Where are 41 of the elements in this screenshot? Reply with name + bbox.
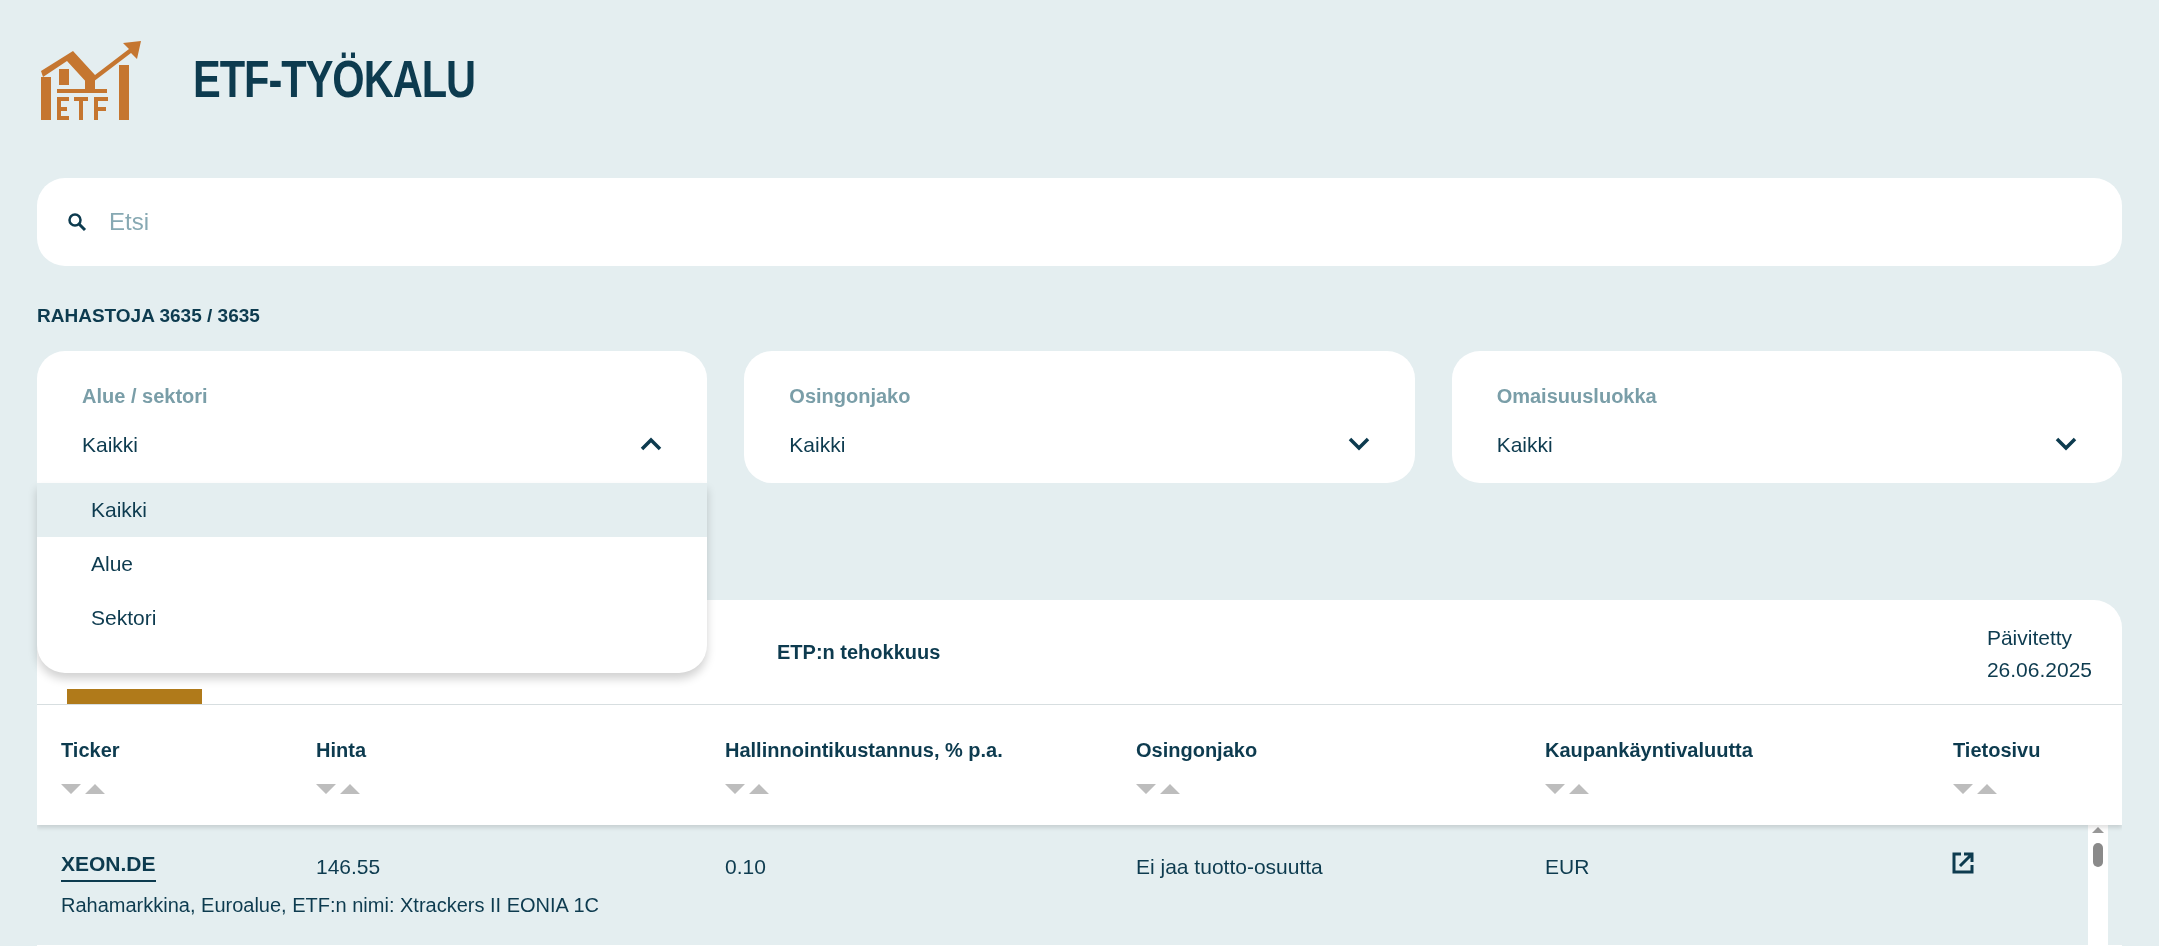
tab[interactable]: ETP:n tehokkuus <box>737 599 981 704</box>
filter-dropdown[interactable]: Alue / sektori Kaikki <box>37 350 708 483</box>
sort-icon[interactable] <box>725 782 769 795</box>
external-link-icon[interactable] <box>1951 850 1975 875</box>
search-field[interactable]: Etsi <box>37 178 2122 266</box>
sort-icon[interactable] <box>1953 782 1997 795</box>
filter-label: Osingonjako <box>789 383 912 409</box>
dropdown-option[interactable]: Kaikki <box>37 482 708 537</box>
filter-value: Kaikki <box>82 431 139 458</box>
dropdown-option[interactable]: Alue <box>37 536 708 591</box>
filter-label: Alue / sektori <box>82 383 209 409</box>
scrollbar[interactable] <box>2088 824 2108 945</box>
search-icon <box>67 212 87 232</box>
column-header[interactable]: Hinta <box>316 734 725 765</box>
scrollbar-thumb[interactable] <box>2093 842 2103 867</box>
filter-value: Kaikki <box>1496 431 1553 458</box>
updated-label: Päivitetty <box>1986 624 2074 651</box>
ticker-link[interactable]: XEON.DE <box>61 850 156 882</box>
app-title: ETF-TYÖKALU <box>193 49 476 110</box>
sort-icon[interactable] <box>1545 782 1589 795</box>
column-header[interactable]: Tietosivu <box>1953 734 2122 765</box>
table-cell-text: EUR <box>1545 853 1591 880</box>
column-header[interactable]: Hallinnointikustannus, % p.a. <box>725 734 1136 765</box>
sort-icon[interactable] <box>1136 782 1180 795</box>
scroll-up-icon[interactable] <box>2091 824 2105 835</box>
table-cell-text: 146.55 <box>316 853 382 880</box>
filter-dropdown[interactable]: Osingonjako Kaikki <box>744 350 1415 483</box>
column-header[interactable]: Kaupankäyntivaluutta <box>1545 734 1953 765</box>
sort-icon[interactable] <box>316 782 360 795</box>
table-cell-text: Ei jaa tuotto-osuutta <box>1136 853 1324 880</box>
column-header[interactable]: Ticker <box>61 734 316 765</box>
dropdown-option[interactable]: Sektori <box>37 590 708 645</box>
filter-dropdown[interactable]: Omaisuusluokka Kaikki <box>1451 350 2122 483</box>
column-header[interactable]: Osingonjako <box>1136 734 1545 765</box>
table-cell-text: 0.10 <box>725 853 767 880</box>
row-description: Rahamarkkina, Euroalue, ETF:n nimi: Xtrackers II EONIA 1C <box>61 893 600 918</box>
filter-value: Kaikki <box>789 431 846 458</box>
updated-date: 26.06.2025 <box>1986 656 2092 683</box>
filter-label: Omaisuusluokka <box>1496 383 1658 409</box>
sort-icon[interactable] <box>61 782 105 795</box>
fund-count: RAHASTOJA 3635 / 3635 <box>37 304 261 328</box>
